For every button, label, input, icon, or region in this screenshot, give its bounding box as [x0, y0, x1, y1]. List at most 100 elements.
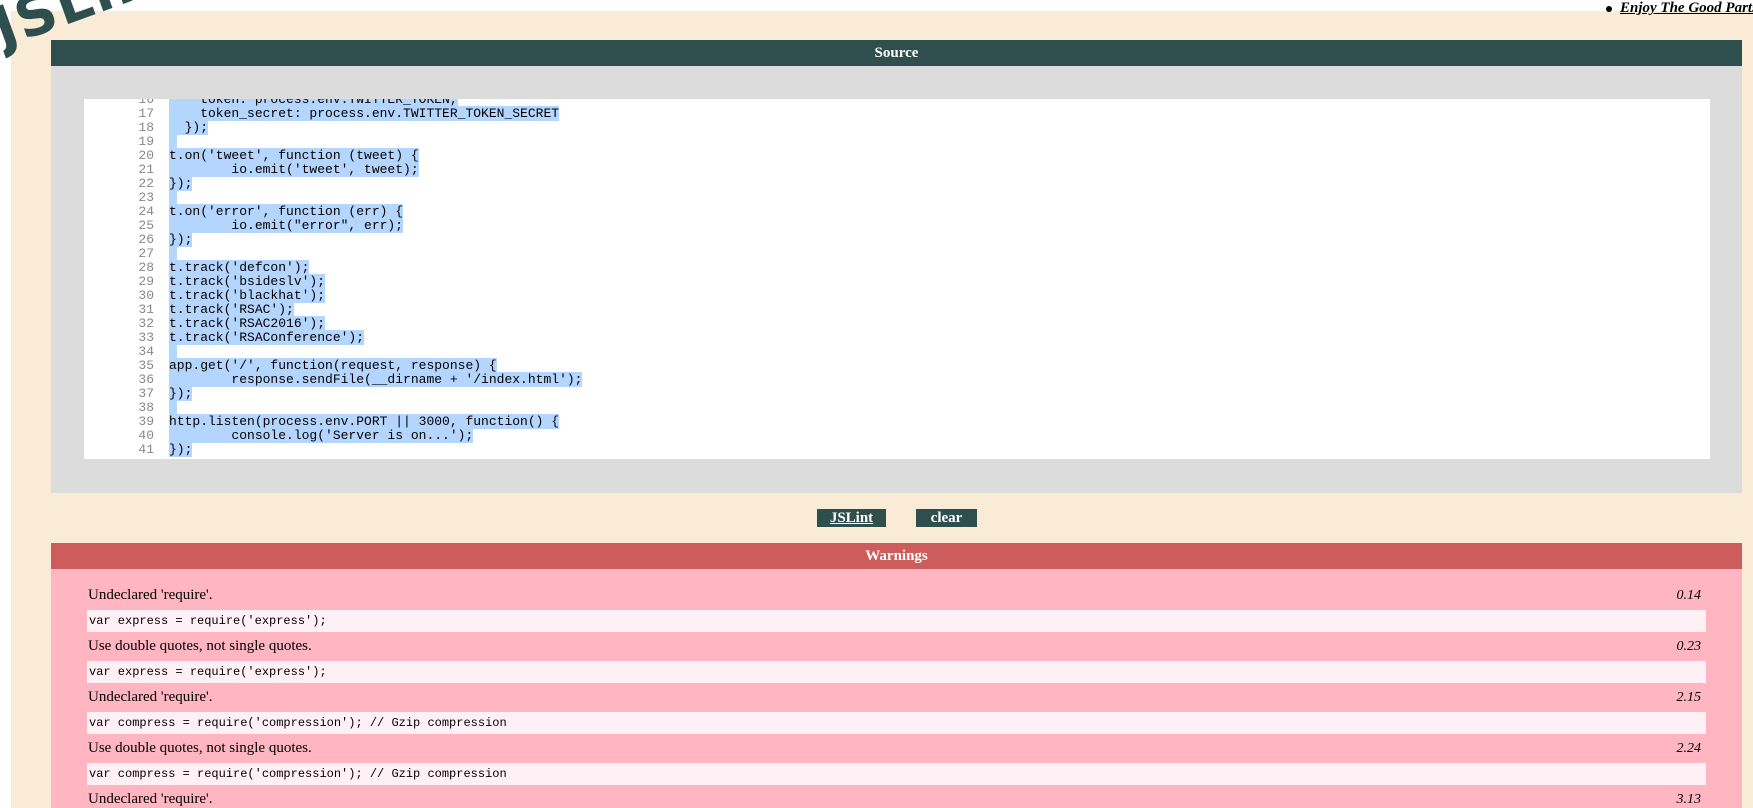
code-line: 18 });	[84, 120, 1710, 135]
line-number: 20	[138, 148, 154, 163]
code-text: token_secret: process.env.TWITTER_TOKEN_…	[169, 106, 560, 121]
warnings-list: Undeclared 'require'. 0.14 var express = r…	[87, 581, 1706, 808]
warning-text: Use double quotes, not single quotes.	[88, 740, 312, 756]
code-text: });	[169, 176, 193, 191]
source-panel: Source 16 token: process.env.TWITTER_TOK…	[51, 40, 1742, 493]
code-line: 20 t.on('tweet', function (tweet) {	[84, 148, 1710, 163]
warning-code-line: var express = require('express');	[87, 610, 1706, 632]
warning-message: Undeclared 'require'. 0.14	[87, 581, 1706, 610]
warnings-panel-title: Warnings	[51, 543, 1742, 569]
code-line: 17 token_secret: process.env.TWITTER_TOK…	[84, 106, 1710, 121]
code-line: 36 response.sendFile(__dirname + '/index…	[84, 372, 1710, 387]
source-panel-title: Source	[51, 40, 1742, 66]
code-text	[169, 345, 177, 359]
line-number: 31	[138, 302, 154, 317]
code-text: });	[169, 442, 193, 457]
line-number: 27	[138, 246, 154, 261]
code-text: response.sendFile(__dirname + '/index.ht…	[169, 372, 583, 387]
warnings-panel: Warnings Undeclared 'require'. 0.14 var ex…	[51, 543, 1742, 808]
line-number: 32	[138, 316, 154, 331]
code-text: t.track('blackhat');	[169, 288, 326, 303]
line-number: 41	[138, 442, 154, 457]
code-line: 21 io.emit('tweet', tweet);	[84, 162, 1710, 177]
code-line: 22});	[84, 176, 1710, 191]
code-text: app.get('/', function(request, response)…	[169, 358, 497, 373]
warning-text: Undeclared 'require'.	[88, 689, 213, 705]
line-number: 23	[138, 190, 154, 205]
code-lines: 16 token: process.env.TWITTER_TOKEN, 17 t…	[84, 99, 1710, 457]
code-text	[169, 247, 177, 261]
line-number: 16	[138, 99, 154, 107]
warning-text: Use double quotes, not single quotes.	[88, 638, 312, 654]
warning-text: Undeclared 'require'.	[88, 791, 213, 807]
warning-location: 2.15	[1676, 690, 1702, 705]
code-line: 29 t.track('bsideslv');	[84, 274, 1710, 289]
code-text: t.track('RSAC2016');	[169, 316, 326, 331]
code-line: 38	[84, 401, 1710, 415]
line-number: 26	[138, 232, 154, 247]
top-nav-item: Enjoy The Good Parts	[1606, 0, 1753, 17]
code-text: t.track('defcon');	[169, 260, 310, 275]
line-number: 35	[138, 358, 154, 373]
code-text: t.on('error', function (err) {	[169, 204, 404, 219]
warning-message: Use double quotes, not single quotes. 0.2…	[87, 632, 1706, 661]
code-text: io.emit('tweet', tweet);	[169, 162, 419, 177]
line-number: 29	[138, 274, 154, 289]
line-number: 38	[138, 400, 154, 415]
jslint-button[interactable]: JSLint	[817, 509, 886, 527]
code-line: 35 app.get('/', function(request, respons…	[84, 358, 1710, 373]
line-number: 30	[138, 288, 154, 303]
warning-message: Use double quotes, not single quotes. 2.2…	[87, 734, 1706, 763]
code-text: t.track('RSAConference');	[169, 330, 365, 345]
code-text: });	[169, 120, 209, 135]
line-number: 21	[138, 162, 154, 177]
line-number: 19	[138, 134, 154, 149]
code-line: 28 t.track('defcon');	[84, 260, 1710, 275]
warning-location: 0.23	[1676, 639, 1702, 654]
code-line: 39 http.listen(process.env.PORT || 3000, …	[84, 414, 1710, 429]
warning-code-line: var compress = require('compression'); /…	[87, 763, 1706, 785]
code-line: 26});	[84, 232, 1710, 247]
line-number: 34	[138, 344, 154, 359]
code-line: 41});	[84, 442, 1710, 457]
warning-location: 2.24	[1676, 741, 1702, 756]
window-left-edge	[0, 0, 11, 808]
code-text: t.track('RSAC');	[169, 302, 294, 317]
bullet-icon	[1606, 5, 1612, 12]
line-number: 17	[138, 106, 154, 121]
code-line: 34	[84, 345, 1710, 359]
code-text: t.track('bsideslv');	[169, 274, 326, 289]
code-line: 27	[84, 247, 1710, 261]
code-text	[169, 191, 177, 205]
action-buttons: JSLint clear	[0, 509, 1753, 527]
code-line: 37});	[84, 386, 1710, 401]
code-line: 19	[84, 135, 1710, 149]
warning-text: Undeclared 'require'.	[88, 587, 213, 603]
code-text: console.log('Server is on...');	[169, 428, 474, 443]
line-number: 28	[138, 260, 154, 275]
line-number: 25	[138, 218, 154, 233]
warning-message: Undeclared 'require'. 2.15	[87, 683, 1706, 712]
code-line: 24 t.on('error', function (err) {	[84, 204, 1710, 219]
enjoy-good-parts-link[interactable]: Enjoy The Good Parts	[1620, 0, 1753, 16]
code-text: });	[169, 232, 193, 247]
line-number: 33	[138, 330, 154, 345]
code-line: 32 t.track('RSAC2016');	[84, 316, 1710, 331]
code-text: io.emit("error", err);	[169, 218, 404, 233]
warning-message: Undeclared 'require'. 3.13	[87, 785, 1706, 808]
warning-location: 0.14	[1676, 588, 1702, 603]
warning-location: 3.13	[1676, 792, 1702, 807]
code-line: 23	[84, 191, 1710, 205]
line-number: 22	[138, 176, 154, 191]
code-line: 40 console.log('Server is on...');	[84, 428, 1710, 443]
code-text	[169, 135, 177, 149]
line-number: 40	[138, 428, 154, 443]
code-text: t.on('tweet', function (tweet) {	[169, 148, 419, 163]
line-number: 18	[138, 120, 154, 135]
code-line: 33 t.track('RSAConference');	[84, 330, 1710, 345]
code-text: });	[169, 386, 193, 401]
line-number: 37	[138, 386, 154, 401]
line-number: 24	[138, 204, 154, 219]
clear-button[interactable]: clear	[916, 509, 977, 527]
source-editor[interactable]: 16 token: process.env.TWITTER_TOKEN, 17 t…	[84, 99, 1710, 459]
